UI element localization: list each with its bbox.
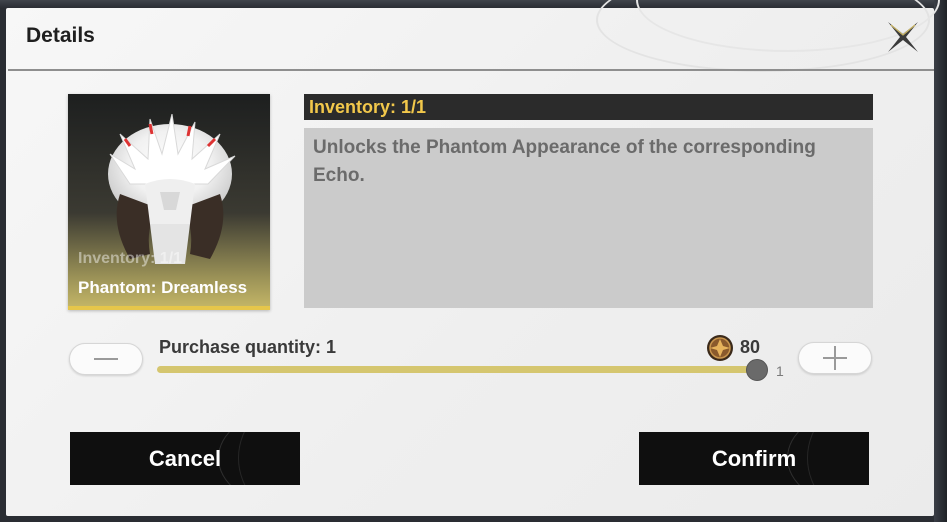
inventory-label: Inventory: 1/1	[309, 97, 427, 117]
item-name: Phantom: Dreamless	[78, 278, 248, 297]
confirm-button-label: Confirm	[711, 445, 797, 471]
description-box: Unlocks the Phantom Appearance of the co…	[304, 128, 873, 308]
max-quantity-label: 1	[776, 363, 784, 379]
confirm-button[interactable]: Confirm	[639, 432, 869, 485]
header-decoration	[596, 0, 930, 72]
card-inventory-label: Inventory: 1/1	[78, 250, 183, 267]
button-decoration	[807, 432, 869, 485]
increase-quantity-button[interactable]	[798, 342, 872, 374]
dialog-title: Details	[26, 24, 95, 47]
header-divider	[8, 69, 934, 71]
item-description: Unlocks the Phantom Appearance of the co…	[313, 137, 816, 186]
item-card: Inventory: 1/1 Phantom: Dreamless	[68, 94, 270, 310]
quantity-slider-thumb[interactable]	[746, 359, 768, 381]
close-button[interactable]	[881, 15, 925, 59]
price-value: 80	[740, 337, 761, 357]
button-decoration	[238, 432, 300, 485]
background-right	[934, 0, 947, 522]
plus-icon	[823, 346, 847, 370]
cancel-button-label: Cancel	[148, 445, 222, 471]
decrease-quantity-button[interactable]	[69, 343, 143, 375]
cancel-button[interactable]: Cancel	[70, 432, 300, 485]
inventory-bar: Inventory: 1/1	[304, 94, 873, 120]
close-x-icon	[888, 22, 918, 52]
background-top	[0, 0, 947, 8]
phantom-dreamless-portrait	[108, 114, 236, 264]
purchase-quantity-label: Purchase quantity: 1	[159, 337, 337, 357]
minus-icon	[94, 358, 118, 360]
quantity-slider-track[interactable]	[157, 366, 757, 373]
coin-icon	[707, 335, 733, 361]
details-dialog: Details Inventory: 1/1 Phantom: Dreamles…	[6, 0, 940, 516]
